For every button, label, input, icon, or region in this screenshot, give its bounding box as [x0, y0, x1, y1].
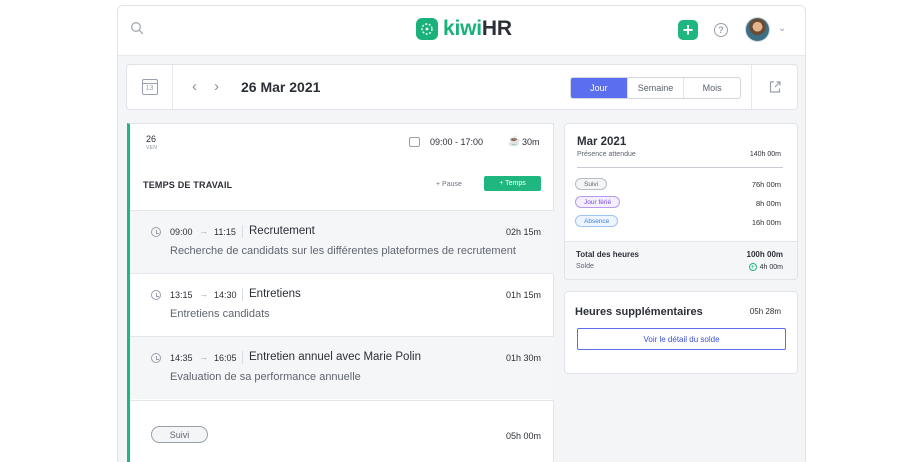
next-day-chevron-icon[interactable]: ›	[214, 78, 219, 95]
divider	[242, 288, 243, 301]
kiwi-logo-icon	[416, 18, 438, 40]
calendar-button[interactable]: 13	[127, 65, 173, 109]
view-day-button[interactable]: Jour	[571, 78, 627, 98]
divider	[242, 351, 243, 364]
entry-start: 09:00	[170, 227, 193, 237]
absence-badge: Absence	[575, 215, 619, 227]
entry-title: Recrutement	[249, 225, 315, 237]
calendar-icon: 13	[141, 79, 158, 95]
view-balance-details-button[interactable]: Voir le détail du solde	[577, 328, 786, 350]
add-button[interactable]: +	[678, 20, 698, 40]
overtime-title: Heures supplémentaires	[575, 306, 703, 318]
entry-title: Entretien annuel avec Marie Polin	[249, 351, 421, 363]
overtime-value: 05h 28m	[749, 307, 781, 316]
work-hours: 09:00 - 17:00	[430, 137, 484, 147]
export-icon	[769, 81, 781, 93]
entry-start: 13:15	[170, 290, 193, 300]
entry-end: 16:05	[214, 353, 237, 363]
balance-value: 4h 00m	[759, 263, 783, 271]
suivi-value: 76h 00m	[751, 180, 781, 189]
total-duration: 05h 00m	[505, 431, 541, 441]
help-icon[interactable]: ?	[714, 23, 728, 37]
day-card: 26 VEN 09:00 - 17:00 ☕ 30m TEMPS DE TRAV…	[127, 123, 554, 462]
absence-value: 16h 00m	[751, 218, 781, 227]
holiday-value: 8h 00m	[755, 199, 781, 208]
arrow-right-icon: →	[199, 226, 208, 236]
entry-end: 11:15	[214, 227, 236, 237]
day-number: 26	[146, 134, 157, 144]
plus-circle-icon: +	[748, 263, 757, 271]
total-section: Total des heures 100h 00m Solde + 4h 00m	[565, 241, 797, 279]
schedule-icon	[409, 137, 420, 147]
logo-wordmark: kiwiHR	[443, 17, 512, 41]
total-label: Total des heures	[576, 250, 639, 259]
clock-icon	[151, 353, 161, 363]
view-week-button[interactable]: Semaine	[626, 78, 684, 98]
expected-value: 140h 00m	[749, 151, 781, 158]
divider	[577, 167, 783, 168]
expected-label: Présence attendue	[577, 151, 636, 158]
export-button[interactable]	[751, 65, 797, 109]
entry-duration: 01h 15m	[505, 290, 541, 300]
date-toolbar: 13 ‹ › 26 Mar 2021 Jour Semaine Mois	[126, 64, 798, 110]
status-badge: Suivi	[151, 426, 208, 443]
app-window: kiwiHR + ? ⌄ 13 ‹ › 26 Mar 2021 Jour Sem…	[117, 5, 806, 462]
entry-end: 14:30	[214, 290, 237, 300]
time-entry[interactable]: 13:15 → 14:30 Entretiens 01h 15m Entreti…	[130, 273, 554, 336]
suivi-badge: Suivi	[575, 178, 608, 190]
overtime-card: Heures supplémentaires 05h 28m Voir le d…	[564, 291, 798, 374]
entry-start: 14:35	[170, 353, 193, 363]
previous-day-chevron-icon[interactable]: ‹	[192, 78, 197, 95]
total-value: 100h 00m	[746, 250, 783, 259]
coffee-cup-icon: ☕	[508, 136, 521, 147]
balance-label: Solde	[576, 263, 594, 270]
top-header: kiwiHR + ? ⌄	[118, 6, 805, 56]
pause-duration: 30m	[522, 137, 540, 147]
entry-duration: 01h 30m	[505, 353, 541, 363]
month-title: Mar 2021	[577, 136, 627, 148]
entry-description: Evaluation de sa performance annuelle	[170, 371, 361, 383]
avatar[interactable]	[745, 17, 770, 42]
chevron-down-icon[interactable]: ⌄	[778, 23, 786, 34]
logo-hr-text: HR	[481, 17, 512, 40]
logo-kiwi-text: kiwi	[443, 17, 482, 40]
section-title: TEMPS DE TRAVAIL	[143, 180, 233, 190]
view-month-button[interactable]: Mois	[683, 78, 740, 98]
time-entry[interactable]: 14:35 → 16:05 Entretien annuel avec Mari…	[130, 336, 554, 399]
entry-description: Recherche de candidats sur les différent…	[170, 245, 516, 257]
arrow-right-icon: →	[199, 289, 208, 299]
month-summary-card: Mar 2021 Présence attendue 140h 00m Suiv…	[564, 123, 798, 280]
entry-title: Entretiens	[249, 288, 301, 300]
entry-description: Entretiens candidats	[170, 308, 270, 320]
holiday-badge: Jour férié	[575, 196, 621, 208]
time-entry[interactable]: 09:00 → 11:15 Recrutement 02h 15m Recher…	[130, 210, 554, 273]
current-date: 26 Mar 2021	[241, 79, 321, 95]
clock-icon	[151, 290, 161, 300]
search-icon[interactable]	[130, 21, 144, 35]
divider	[242, 225, 243, 238]
view-switcher: Jour Semaine Mois	[570, 77, 741, 99]
arrow-right-icon: →	[199, 352, 208, 362]
kiwihr-logo[interactable]: kiwiHR	[416, 17, 512, 41]
day-summary-row: Suivi 05h 00m	[130, 400, 554, 462]
add-pause-button[interactable]: + Pause	[436, 181, 462, 188]
entry-duration: 02h 15m	[505, 227, 541, 237]
balance: + 4h 00m	[748, 263, 783, 271]
day-header: 26 VEN 09:00 - 17:00 ☕ 30m	[130, 124, 554, 164]
clock-icon	[151, 227, 161, 237]
day-weekday: VEN	[146, 145, 158, 151]
add-time-button[interactable]: + Temps	[484, 176, 541, 191]
